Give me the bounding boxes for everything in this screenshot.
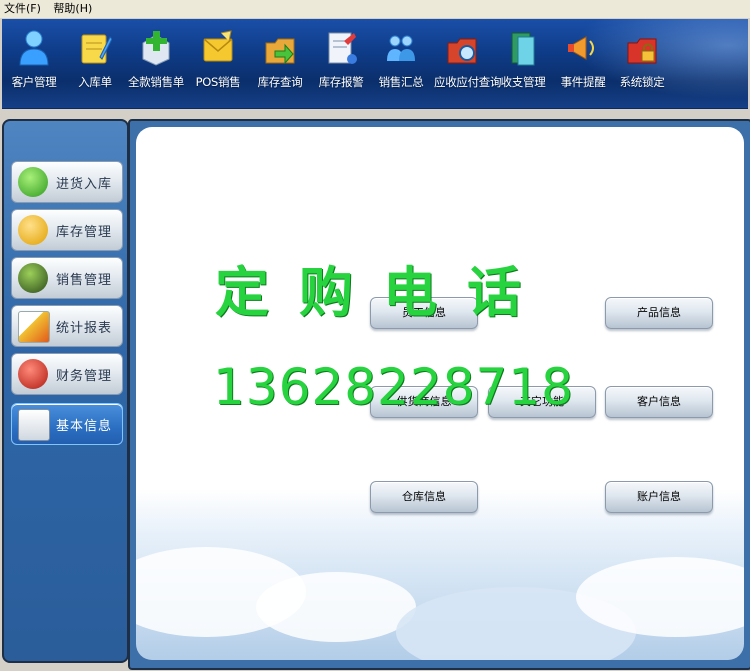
toolbar-income-expense-button[interactable]: 收支管理 [495, 25, 551, 103]
content-panel: 员工信息 产品信息 供货商信息 其它功能 客户信息 仓库信息 账户信息 [136, 127, 744, 660]
document-icon [18, 409, 50, 441]
notepad-pencil-icon [77, 29, 113, 67]
cubes-icon [18, 167, 48, 197]
menu-file[interactable]: 文件(F) [0, 0, 46, 18]
cloud-decoration [256, 572, 416, 642]
person-icon [16, 29, 52, 67]
toolbar-customer-management-button[interactable]: 客户管理 [6, 25, 62, 103]
megaphone-icon [565, 29, 601, 67]
ledger-icon [505, 29, 541, 67]
left-sidebar: 进货入库 库存管理 销售管理 统计报表 财务管理 基本信息 [2, 119, 129, 663]
document-alert-icon [323, 29, 359, 67]
toolbar-pos-sale-button[interactable]: POS销售 [190, 25, 246, 103]
finance-icon [18, 359, 48, 389]
supplier-info-button[interactable]: 供货商信息 [370, 386, 478, 418]
toolbar-system-lock-button[interactable]: 系统锁定 [614, 25, 670, 103]
content-frame: 员工信息 产品信息 供货商信息 其它功能 客户信息 仓库信息 账户信息 [128, 119, 750, 670]
other-functions-button[interactable]: 其它功能 [488, 386, 596, 418]
menu-bar: 文件(F) 帮助(H) [0, 0, 750, 18]
main-toolbar: 客户管理 入库单 全款销售单 POS销售 库存查询 库存报警 销售汇总 应收应付… [2, 19, 748, 109]
toolbar-event-reminder-button[interactable]: 事件提醒 [555, 25, 611, 103]
folder-search-icon [444, 29, 480, 67]
toolbar-inventory-query-button[interactable]: 库存查询 [252, 25, 308, 103]
toolbar-receivables-payables-query-button[interactable]: 应收应付查询 [434, 25, 502, 103]
menu-help[interactable]: 帮助(H) [49, 0, 97, 18]
globe-icon [18, 263, 48, 293]
toolbar-stock-in-button[interactable]: 入库单 [67, 25, 123, 103]
chart-icon [18, 311, 50, 343]
envelope-icon [200, 29, 236, 67]
user-icon [18, 215, 48, 245]
folder-arrow-icon [262, 29, 298, 67]
sidebar-item-basic-info[interactable]: 基本信息 [11, 403, 123, 445]
sidebar-item-purchase-stock-in[interactable]: 进货入库 [11, 161, 123, 203]
product-info-button[interactable]: 产品信息 [605, 297, 713, 329]
sidebar-item-inventory-management[interactable]: 库存管理 [11, 209, 123, 251]
add-box-icon [138, 29, 174, 67]
toolbar-full-payment-sale-button[interactable]: 全款销售单 [128, 25, 184, 103]
people-group-icon [383, 29, 419, 67]
lock-folder-icon [624, 29, 660, 67]
account-info-button[interactable]: 账户信息 [605, 481, 713, 513]
sidebar-item-sales-management[interactable]: 销售管理 [11, 257, 123, 299]
customer-info-button[interactable]: 客户信息 [605, 386, 713, 418]
sidebar-item-finance-management[interactable]: 财务管理 [11, 353, 123, 395]
toolbar-inventory-alert-button[interactable]: 库存报警 [313, 25, 369, 103]
warehouse-info-button[interactable]: 仓库信息 [370, 481, 478, 513]
sidebar-item-statistical-reports[interactable]: 统计报表 [11, 305, 123, 347]
employee-info-button[interactable]: 员工信息 [370, 297, 478, 329]
toolbar-sales-summary-button[interactable]: 销售汇总 [373, 25, 429, 103]
